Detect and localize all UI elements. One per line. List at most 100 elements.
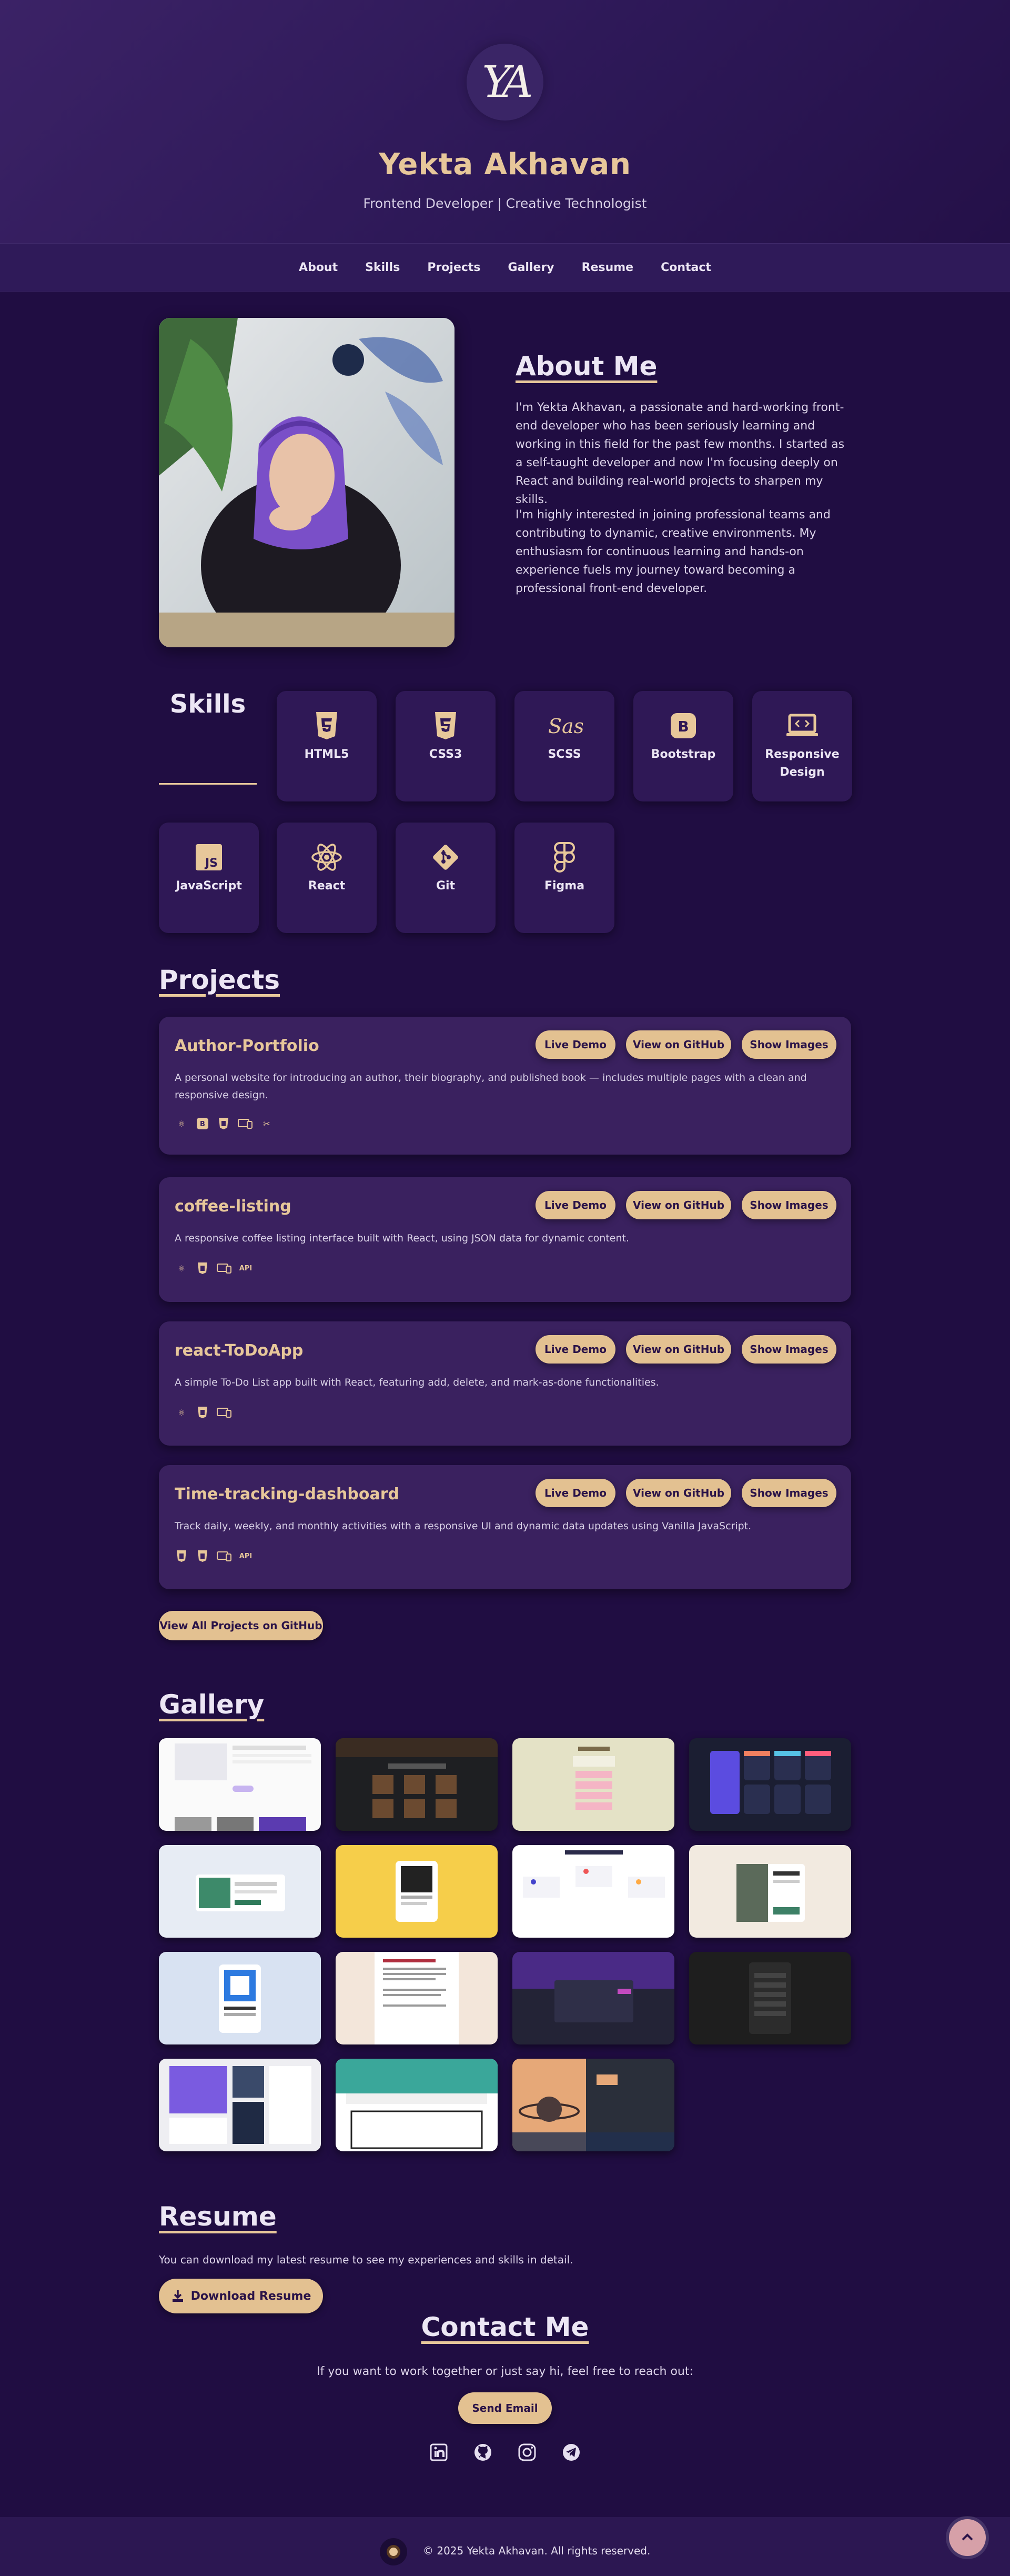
skill-card-scss: Sass SCSS <box>514 691 614 801</box>
view-all-projects-button[interactable]: View All Projects on GitHub <box>159 1611 323 1640</box>
skill-card-responsive: Responsive Design <box>752 691 852 801</box>
project-title: react-ToDoApp <box>175 1341 304 1360</box>
site-subtitle: Frontend Developer | Creative Technologi… <box>363 196 647 211</box>
about-heading: About Me <box>516 351 658 382</box>
project-tech-icons: ⚛ API <box>175 1261 252 1275</box>
gallery-thumbnail[interactable] <box>159 1952 321 2044</box>
project-description: A personal website for introducing an au… <box>175 1072 807 1101</box>
skill-label: React <box>308 879 346 893</box>
nav-about[interactable]: About <box>285 261 351 274</box>
live-demo-button[interactable]: Live Demo <box>536 1479 615 1507</box>
show-images-button[interactable]: Show Images <box>742 1191 836 1219</box>
nav-contact[interactable]: Contact <box>647 261 725 274</box>
project-title: Author-Portfolio <box>175 1037 319 1055</box>
gallery-thumbnail[interactable] <box>512 1952 674 2044</box>
skill-card-javascript: JS JavaScript <box>159 823 259 933</box>
live-demo-button[interactable]: Live Demo <box>536 1191 615 1219</box>
svg-text:B: B <box>200 1120 205 1128</box>
show-images-button[interactable]: Show Images <box>742 1335 836 1364</box>
about-paragraph-2: I'm highly interested in joining profess… <box>516 508 831 595</box>
gallery-thumbnail[interactable] <box>336 1845 498 1938</box>
svg-text:JS: JS <box>204 857 218 870</box>
main-nav: About Skills Projects Gallery Resume Con… <box>0 243 1010 292</box>
logo-monogram: YA <box>482 57 533 107</box>
instagram-icon[interactable] <box>518 2443 537 2462</box>
gallery-thumbnail[interactable] <box>336 2059 498 2151</box>
gallery-thumbnail[interactable] <box>336 1738 498 1831</box>
gallery-thumbnail[interactable] <box>336 1952 498 2044</box>
project-card-time-tracking-dashboard: Time-tracking-dashboard Live Demo View o… <box>159 1465 851 1589</box>
contact-text: If you want to work together or just say… <box>317 2365 693 2378</box>
resume-heading: Resume <box>159 2201 277 2232</box>
skill-card-react: React <box>277 823 377 933</box>
nav-gallery[interactable]: Gallery <box>494 261 568 274</box>
linkedin-icon[interactable] <box>429 2443 448 2462</box>
css3-icon <box>196 1406 209 1419</box>
scroll-to-top-button[interactable] <box>949 2519 986 2556</box>
skill-label: Git <box>436 879 456 893</box>
bootstrap-icon: B <box>196 1117 209 1130</box>
git-icon <box>433 845 458 870</box>
gallery-thumbnail[interactable] <box>512 2059 674 2151</box>
gallery-thumbnail[interactable] <box>159 1845 321 1938</box>
html5-icon <box>175 1549 188 1563</box>
project-description: A simple To-Do List app built with React… <box>175 1377 659 1388</box>
about-paragraph-1: I'm Yekta Akhavan, a passionate and hard… <box>516 401 845 506</box>
view-on-github-button[interactable]: View on GitHub <box>626 1479 731 1507</box>
send-email-button[interactable]: Send Email <box>458 2392 552 2424</box>
responsive-icon <box>238 1117 252 1130</box>
site-title: Yekta Akhavan <box>378 147 632 182</box>
skill-label: Figma <box>544 879 585 893</box>
api-icon: API <box>239 1264 252 1272</box>
live-demo-button[interactable]: Live Demo <box>536 1335 615 1364</box>
gallery-thumbnail[interactable] <box>689 1952 851 2044</box>
skill-card-bootstrap: B Bootstrap <box>633 691 733 801</box>
svg-text:B: B <box>678 718 689 735</box>
project-description: A responsive coffee listing interface bu… <box>175 1232 630 1244</box>
figma-icon <box>554 842 575 873</box>
skills-heading: Skills <box>169 689 246 719</box>
responsive-icon <box>217 1549 231 1563</box>
live-demo-button[interactable]: Live Demo <box>536 1030 615 1059</box>
gallery-thumbnail[interactable] <box>512 1738 674 1831</box>
bootstrap-icon: B <box>671 713 696 738</box>
gallery-thumbnail[interactable] <box>159 2059 321 2151</box>
skill-label: CSS3 <box>429 748 462 761</box>
social-links <box>426 2443 584 2464</box>
svg-text:Sass: Sass <box>548 715 583 738</box>
tools-icon: ✂ <box>263 1118 270 1129</box>
responsive-icon <box>786 714 818 736</box>
arrow-up-icon <box>962 2533 973 2541</box>
logo: YA <box>467 44 543 121</box>
skill-card-figma: Figma <box>514 823 614 933</box>
view-on-github-button[interactable]: View on GitHub <box>626 1030 731 1059</box>
project-title: Time-tracking-dashboard <box>175 1485 400 1503</box>
gallery-thumbnail[interactable] <box>689 1738 851 1831</box>
show-images-button[interactable]: Show Images <box>742 1030 836 1059</box>
skill-label: HTML5 <box>304 748 349 761</box>
nav-resume[interactable]: Resume <box>568 261 647 274</box>
project-title: coffee-listing <box>175 1197 291 1216</box>
project-tech-icons: ⚛ <box>175 1406 231 1419</box>
project-tech-icons: API <box>175 1549 252 1563</box>
logo-badge-icon <box>387 2545 400 2559</box>
sass-icon: Sass <box>548 715 583 738</box>
github-icon[interactable] <box>473 2443 492 2462</box>
telegram-icon[interactable] <box>562 2443 581 2462</box>
download-resume-button[interactable]: Download Resume <box>159 2279 323 2313</box>
project-card-coffee-listing: coffee-listing Live Demo View on GitHub … <box>159 1177 851 1302</box>
show-images-button[interactable]: Show Images <box>742 1479 836 1507</box>
nav-skills[interactable]: Skills <box>351 261 413 274</box>
contact-heading: Contact Me <box>421 2312 589 2342</box>
nav-projects[interactable]: Projects <box>413 261 494 274</box>
footer-logo <box>380 2538 407 2565</box>
gallery-thumbnail[interactable] <box>512 1845 674 1938</box>
profile-photo <box>159 318 454 647</box>
skill-label: Responsive Design <box>765 748 840 779</box>
footer-copyright: © 2025 Yekta Akhavan. All rights reserve… <box>423 2544 651 2557</box>
gallery-thumbnail[interactable] <box>689 1845 851 1938</box>
view-on-github-button[interactable]: View on GitHub <box>626 1191 731 1219</box>
view-on-github-button[interactable]: View on GitHub <box>626 1335 731 1364</box>
gallery-thumbnail[interactable] <box>159 1738 321 1831</box>
javascript-icon: JS <box>196 844 222 870</box>
